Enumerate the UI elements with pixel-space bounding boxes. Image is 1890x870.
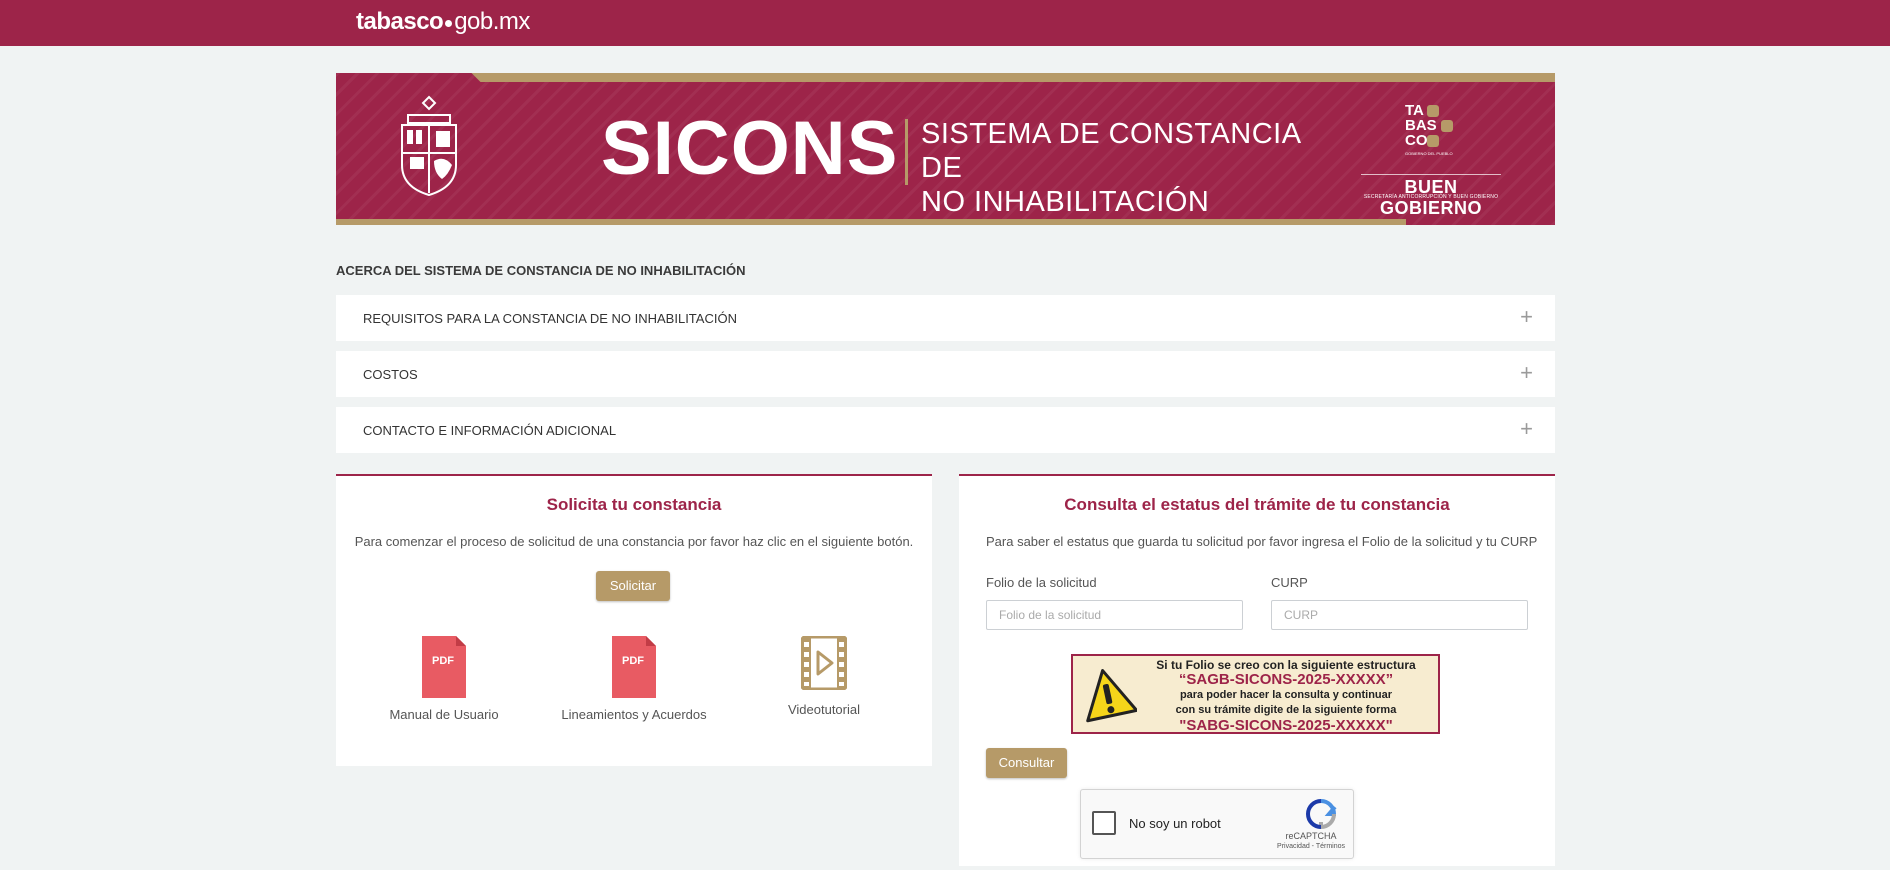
solicita-text: Para comenzar el proceso de solicitud de… bbox=[354, 534, 914, 549]
consulta-text: Para saber el estatus que guarda tu soli… bbox=[986, 534, 1538, 549]
warning-icon bbox=[1086, 669, 1137, 723]
resource-label: Lineamientos y Acuerdos bbox=[561, 707, 707, 722]
recaptcha-widget: No soy un robot reCAPTCHA Privacidad - T… bbox=[1080, 789, 1354, 859]
curp-label: CURP bbox=[1271, 575, 1308, 590]
banner-title: SICONS bbox=[601, 106, 899, 191]
pdf-icon: PDF bbox=[612, 636, 656, 698]
logo-glyph-icon bbox=[1441, 120, 1453, 132]
recaptcha-label: No soy un robot bbox=[1129, 816, 1221, 831]
folio-input[interactable] bbox=[986, 600, 1243, 630]
solicita-card: Solicita tu constancia Para comenzar el … bbox=[336, 474, 932, 766]
accordion-costos[interactable]: COSTOS + bbox=[336, 351, 1555, 397]
plus-icon: + bbox=[1520, 304, 1533, 329]
lineamientos-link[interactable]: PDF Lineamientos y Acuerdos bbox=[554, 636, 714, 722]
folio-format-notice: Si tu Folio se creo con la siguiente est… bbox=[1071, 654, 1440, 734]
tabasco-logo: TA BAS CO GOBIERNO DEL PUEBLO bbox=[1405, 103, 1463, 161]
resource-label: Manual de Usuario bbox=[389, 707, 499, 722]
brand-dot bbox=[445, 20, 453, 27]
recaptcha-brand: reCAPTCHA bbox=[1285, 831, 1337, 841]
manual-usuario-link[interactable]: PDF Manual de Usuario bbox=[364, 636, 524, 722]
banner-subtitle: SISTEMA DE CONSTANCIA DE NO INHABILITACI… bbox=[921, 117, 1341, 219]
notice-line-2: “SAGB-SICONS-2025-XXXXX” bbox=[1178, 671, 1394, 688]
tabasco-coat-of-arms-icon bbox=[401, 95, 457, 197]
site-logo-link[interactable]: tabasco gob.mx bbox=[356, 8, 530, 36]
banner-gold-stripe-top bbox=[486, 73, 1555, 82]
logo-tagline: GOBIERNO DEL PUEBLO bbox=[1405, 151, 1453, 156]
notice-line-3: para poder hacer la consulta y continuar bbox=[1179, 689, 1393, 701]
solicitar-button[interactable]: Solicitar bbox=[596, 571, 670, 601]
solicita-title: Solicita tu constancia bbox=[546, 495, 722, 514]
buen-gobierno-subtitle: SECRETARÍA ANTICORRUPCIÓN Y BUEN GOBIERN… bbox=[1363, 194, 1499, 200]
consulta-card: Consulta el estatus del trámite de tu co… bbox=[959, 474, 1555, 866]
recaptcha-links[interactable]: Privacidad - Términos bbox=[1277, 843, 1345, 850]
plus-icon: + bbox=[1520, 416, 1533, 441]
sicons-banner: SICONS SISTEMA DE CONSTANCIA DE NO INHAB… bbox=[336, 73, 1555, 225]
banner-subtitle-line2: NO INHABILITACIÓN bbox=[921, 186, 1210, 218]
resource-label: Videotutorial bbox=[787, 702, 861, 717]
accordion-contacto[interactable]: CONTACTO E INFORMACIÓN ADICIONAL + bbox=[336, 407, 1555, 453]
videotutorial-link[interactable]: Videotutorial bbox=[744, 635, 904, 717]
banner-subtitle-line1: SISTEMA DE CONSTANCIA DE bbox=[921, 118, 1300, 184]
pdf-badge: PDF bbox=[432, 655, 454, 667]
brand-rest: gob.mx bbox=[454, 8, 530, 35]
top-bar: tabasco gob.mx bbox=[0, 0, 1890, 46]
about-section-title: ACERCA DEL SISTEMA DE CONSTANCIA DE NO I… bbox=[336, 263, 746, 278]
folio-label: Folio de la solicitud bbox=[986, 575, 1097, 590]
plus-icon: + bbox=[1520, 360, 1533, 385]
accordion-requisitos[interactable]: REQUISITOS PARA LA CONSTANCIA DE NO INHA… bbox=[336, 295, 1555, 341]
video-icon bbox=[800, 635, 848, 691]
banner-separator bbox=[905, 119, 908, 185]
notice-text: Si tu Folio se creo con la siguiente est… bbox=[1141, 658, 1431, 734]
consultar-button[interactable]: Consultar bbox=[986, 748, 1067, 778]
notice-line-1: Si tu Folio se creo con la siguiente est… bbox=[1156, 658, 1416, 672]
curp-input[interactable] bbox=[1271, 600, 1528, 630]
accordion-label: REQUISITOS PARA LA CONSTANCIA DE NO INHA… bbox=[363, 311, 737, 326]
brand-bold: tabasco bbox=[356, 8, 444, 35]
banner-gold-stripe-bottom bbox=[336, 219, 1406, 225]
notice-line-5: "SABG-SICONS-2025-XXXXX" bbox=[1179, 717, 1393, 734]
recaptcha-checkbox[interactable] bbox=[1092, 811, 1116, 835]
logo-line-2: BAS bbox=[1405, 117, 1437, 134]
pdf-icon: PDF bbox=[422, 636, 466, 698]
accordion-label: CONTACTO E INFORMACIÓN ADICIONAL bbox=[363, 423, 617, 438]
consulta-title: Consulta el estatus del trámite de tu co… bbox=[1064, 495, 1450, 514]
accordion-label: COSTOS bbox=[363, 367, 418, 382]
logo-glyph-icon bbox=[1427, 135, 1439, 147]
logo-glyph-icon bbox=[1427, 105, 1439, 117]
pdf-badge: PDF bbox=[622, 655, 644, 667]
notice-line-4: con su trámite digite de la siguiente fo… bbox=[1175, 704, 1397, 716]
recaptcha-logo-icon bbox=[1305, 799, 1337, 830]
